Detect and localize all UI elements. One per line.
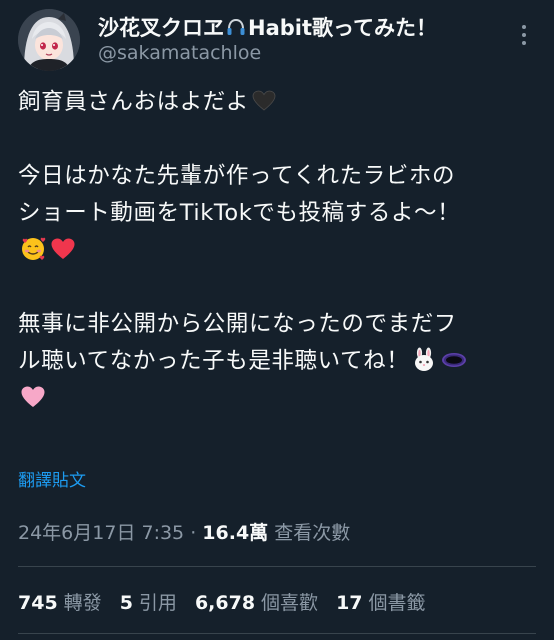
tweet-line-7: [18, 380, 542, 417]
tweet-line-5: 無事に非公開から公開になったのでまだフ: [18, 311, 457, 337]
tweet-line-6: ル聴いてなかった子も是非聴いてね！: [18, 343, 542, 380]
bookmarks-stat[interactable]: 17 個書籤: [336, 588, 425, 615]
more-options-icon[interactable]: [514, 22, 534, 48]
engagement-stats: 745 轉發 5 引用 6,678 個喜歡 17 個書籤: [18, 588, 426, 615]
quotes-stat[interactable]: 5 引用: [120, 588, 177, 615]
red-heart-icon: [50, 236, 76, 262]
avatar-image: [18, 9, 80, 71]
black-heart-icon: [251, 88, 277, 114]
smiling-face-with-hearts-icon: [20, 236, 46, 262]
post-meta: 24年6月17日 7:35 · 16.4萬 查看次數: [18, 518, 350, 545]
divider: [18, 566, 536, 567]
likes-stat[interactable]: 6,678 個喜歡: [195, 588, 318, 615]
tweet-line-3: ショート動画をTikTokでも投稿するよ〜！: [18, 200, 461, 226]
meta-separator: ·: [190, 522, 197, 544]
divider: [18, 633, 536, 634]
display-name-part1: 沙花叉クロヱ: [98, 16, 224, 40]
translate-post-link[interactable]: 翻譯貼文: [18, 466, 86, 491]
rabbit-face-icon: [411, 347, 437, 373]
avatar[interactable]: [18, 9, 80, 71]
view-count: 16.4萬: [202, 522, 269, 544]
tweet-line-1: 飼育員さんおはよだよ: [18, 84, 542, 121]
display-name-part2: Habit歌ってみた！: [248, 16, 437, 40]
tweet-line-4: [18, 232, 542, 269]
tweet-text: 飼育員さんおはよだよ 今日はかなた先輩が作ってくれたラビホの ショート動画をTi…: [18, 84, 542, 417]
display-name[interactable]: 沙花叉クロヱ Habit歌ってみた！: [98, 12, 437, 42]
tweet-detail: 沙花叉クロヱ Habit歌ってみた！ @sakamatachloe 飼育員さんお…: [0, 0, 554, 640]
reposts-stat[interactable]: 745 轉發: [18, 588, 102, 615]
headphones-icon: [225, 16, 247, 38]
black-hole-icon: [441, 347, 467, 373]
view-count-label: 查看次數: [274, 522, 351, 544]
post-timestamp[interactable]: 24年6月17日 7:35: [18, 522, 184, 544]
pink-heart-icon: [20, 384, 46, 410]
user-handle[interactable]: @sakamatachloe: [98, 42, 261, 64]
tweet-line-2: 今日はかなた先輩が作ってくれたラビホの: [18, 163, 456, 189]
